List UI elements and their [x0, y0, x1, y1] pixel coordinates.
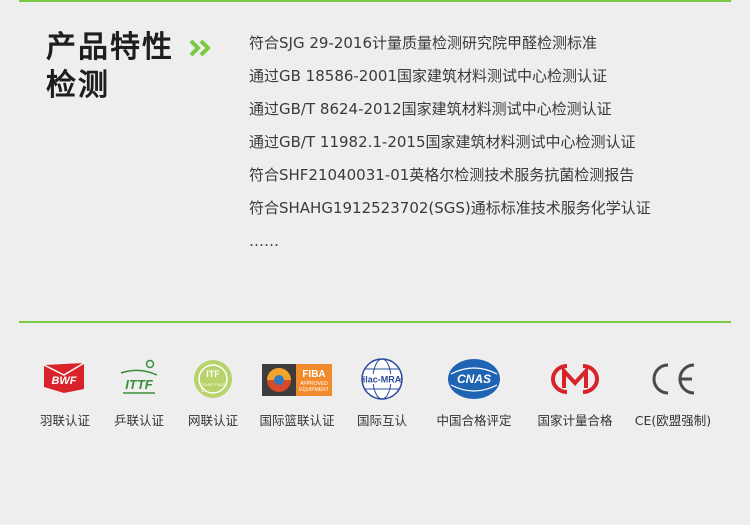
spec-item: 通过GB 18586-2001国家建筑材料测试中心检测认证 [249, 67, 607, 85]
cert-label: 中国合格评定 [436, 413, 512, 428]
cert-label: 国家计量合格 [537, 413, 613, 428]
section-title: 产品特性 检测 [46, 29, 174, 105]
svg-text:ITF: ITF [206, 369, 220, 379]
double-chevron-right-icon [189, 39, 211, 57]
cert-label: 羽联认证 [39, 413, 91, 428]
svg-text:CNAS: CNAS [457, 372, 491, 386]
middle-divider [19, 321, 731, 323]
cnas-logo-icon: CNAS [448, 359, 500, 399]
certification-row: BWF 羽联认证 ITTF 乒联认证 ITF 5 COURT PACE 网联认证 [0, 355, 750, 445]
svg-text:ITTF: ITTF [125, 377, 153, 392]
top-divider [19, 0, 731, 2]
spec-item: …… [249, 232, 279, 250]
svg-text:COURT PACE: COURT PACE [200, 382, 226, 387]
spec-item: 符合SHAHG1912523702(SGS)通标标准技术服务化学认证 [249, 199, 651, 217]
bwf-logo-icon: BWF [43, 362, 85, 393]
cert-label: CE(欧盟强制) [634, 413, 712, 428]
section-title-line1: 产品特性 [46, 30, 174, 65]
ce-mark-icon [652, 363, 695, 395]
section-title-line2: 检测 [46, 68, 110, 103]
cert-label: 国际互认 [356, 413, 408, 428]
spec-item: 符合SHF21040031-01英格尔检测技术服务抗菌检测报告 [249, 166, 635, 184]
spec-item: 通过GB/T 8624-2012国家建筑材料测试中心检测认证 [249, 100, 612, 118]
spec-item: 符合SJG 29-2016计量质量检测研究院甲醛检测标准 [249, 34, 598, 52]
cert-label: 乒联认证 [113, 413, 165, 428]
svg-text:FIBA: FIBA [302, 369, 325, 380]
svg-text:BWF: BWF [51, 375, 76, 387]
svg-text:EQUIPMENT: EQUIPMENT [299, 387, 329, 393]
spec-list: 符合SJG 29-2016计量质量检测研究院甲醛检测标准 通过GB 18586-… [249, 27, 651, 258]
cert-label: 国际篮联认证 [259, 413, 335, 428]
fiba-logo-icon: FIBA APPROVED EQUIPMENT [262, 364, 332, 396]
spec-item: 通过GB/T 11982.1-2015国家建筑材料测试中心检测认证 [249, 133, 636, 151]
itf-logo-icon: ITF 5 COURT PACE [194, 360, 232, 398]
cert-label: 网联认证 [187, 413, 239, 428]
svg-text:ilac-MRA: ilac-MRA [363, 375, 402, 385]
ilac-mra-logo-icon: ilac-MRA [361, 358, 403, 400]
cma-logo-icon [551, 364, 599, 394]
ittf-logo-icon: ITTF [120, 359, 158, 394]
